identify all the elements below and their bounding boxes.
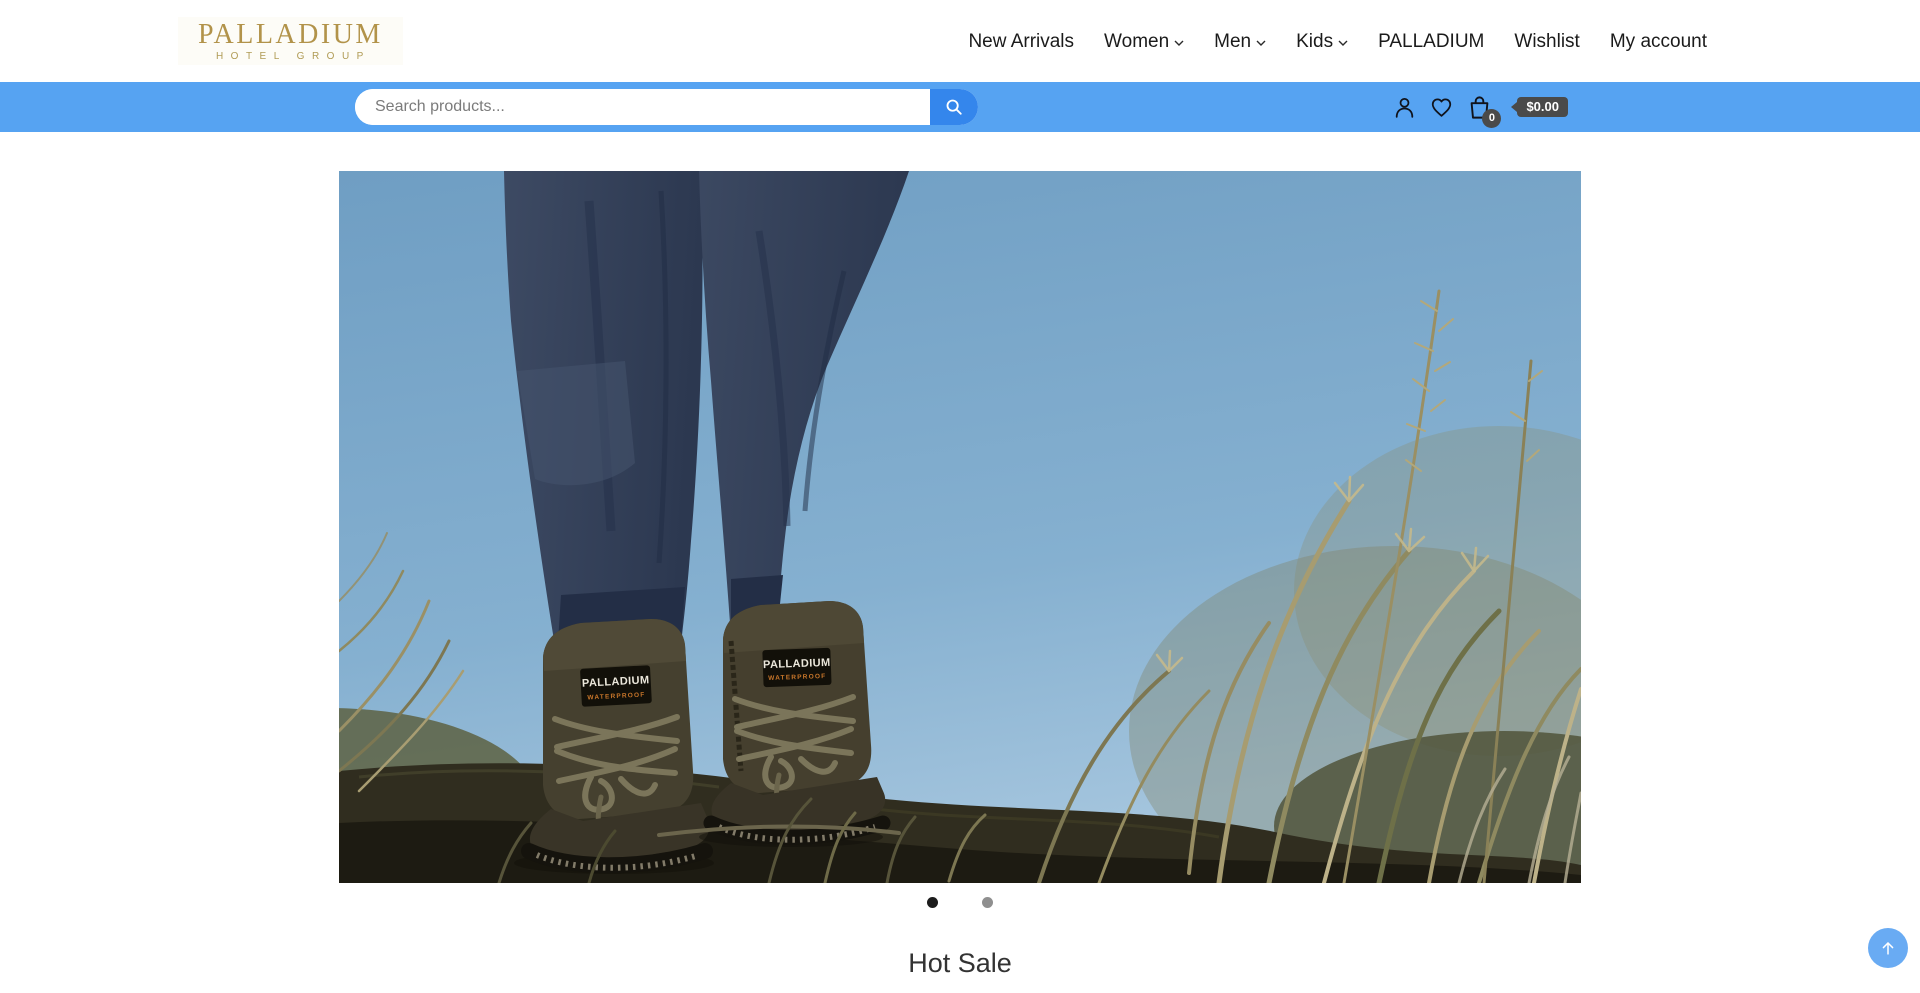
carousel-dot-1[interactable] — [927, 897, 938, 908]
logo-text: PALLADIUM — [198, 20, 383, 49]
nav-item-new-arrivals[interactable]: New Arrivals — [968, 32, 1074, 51]
search-button[interactable] — [930, 89, 978, 125]
chevron-down-icon — [1338, 40, 1348, 46]
arrow-up-icon — [1878, 938, 1898, 958]
cart-total-amount: $0.00 — [1526, 99, 1559, 114]
hero-right-boot: PALLADIUM WATERPROOF — [699, 601, 885, 847]
nav-item-men[interactable]: Men — [1214, 32, 1266, 51]
hero-image: PALLADIUM WATERPROOF — [339, 171, 1581, 883]
cart-total: $0.00 — [1517, 97, 1568, 118]
cart-count-badge: 0 — [1482, 109, 1501, 128]
heart-icon — [1429, 95, 1454, 120]
nav-label: Men — [1214, 32, 1251, 51]
nav-label: Women — [1104, 32, 1169, 51]
boot-label-text: PALLADIUM — [763, 657, 831, 671]
main-nav: New Arrivals Women Men Kids PALLADIUM Wi… — [968, 32, 1707, 51]
chevron-down-icon — [1174, 40, 1184, 46]
nav-item-wishlist[interactable]: Wishlist — [1514, 32, 1579, 51]
section-title-hot-sale: Hot Sale — [0, 948, 1920, 979]
utility-bar: 0 $0.00 — [0, 82, 1920, 132]
nav-label: My account — [1610, 32, 1707, 51]
carousel-dots — [339, 897, 1581, 908]
wishlist-button[interactable] — [1429, 95, 1454, 120]
header-action-icons: 0 $0.00 — [1392, 94, 1568, 121]
hero-carousel: PALLADIUM WATERPROOF — [339, 171, 1581, 908]
site-header: PALLADIUM HOTEL GROUP New Arrivals Women… — [0, 0, 1920, 82]
nav-item-women[interactable]: Women — [1104, 32, 1184, 51]
account-button[interactable] — [1392, 95, 1417, 120]
scroll-to-top-button[interactable] — [1868, 928, 1908, 968]
site-logo[interactable]: PALLADIUM HOTEL GROUP — [178, 17, 403, 65]
search-icon — [943, 96, 965, 118]
carousel-dot-2[interactable] — [982, 897, 993, 908]
logo-tagline: HOTEL GROUP — [210, 51, 371, 62]
nav-label: PALLADIUM — [1378, 32, 1484, 51]
nav-item-kids[interactable]: Kids — [1296, 32, 1348, 51]
nav-label: Kids — [1296, 32, 1333, 51]
search-form — [355, 89, 978, 125]
nav-label: New Arrivals — [968, 32, 1074, 51]
cart-button[interactable]: 0 — [1466, 94, 1493, 121]
hero-left-boot: PALLADIUM WATERPROOF — [514, 619, 714, 874]
chevron-down-icon — [1256, 40, 1266, 46]
search-input[interactable] — [355, 89, 930, 125]
nav-label: Wishlist — [1514, 32, 1579, 51]
nav-item-my-account[interactable]: My account — [1610, 32, 1707, 51]
user-icon — [1392, 95, 1417, 120]
nav-item-palladium[interactable]: PALLADIUM — [1378, 32, 1484, 51]
